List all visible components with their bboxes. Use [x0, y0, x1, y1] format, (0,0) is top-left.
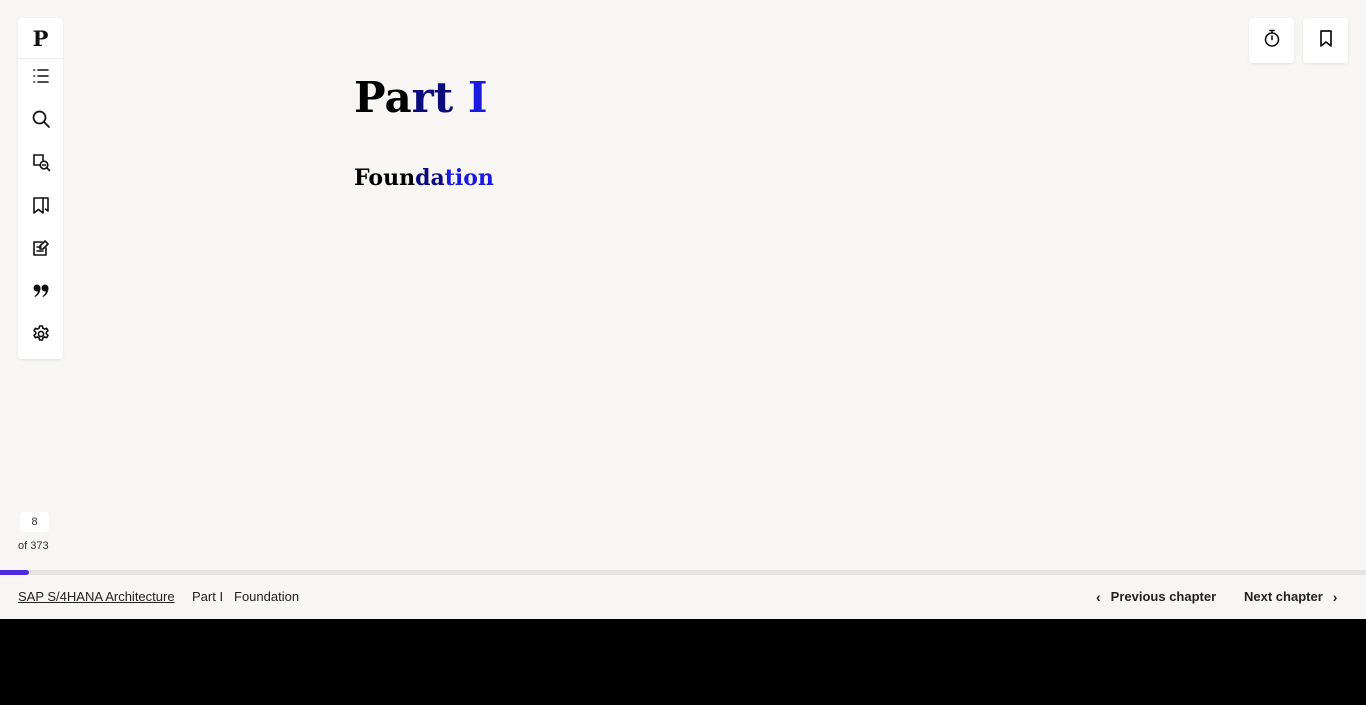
part-title: Part I	[354, 72, 487, 124]
current-page[interactable]: 8	[20, 512, 49, 532]
breadcrumb-book-link[interactable]: SAP S/4HANA Architecture	[18, 589, 175, 604]
timer-icon	[1262, 28, 1282, 53]
part-title-a: Pa	[354, 73, 412, 122]
search-icon	[31, 109, 51, 134]
list-icon	[31, 66, 51, 91]
notes-button[interactable]	[18, 232, 63, 268]
chapter-content: Part I Foundation	[354, 72, 494, 191]
notes-icon	[31, 238, 51, 263]
bookmarks-button[interactable]	[18, 189, 63, 225]
reading-progress-fill	[0, 570, 29, 575]
next-chapter-label: Next chapter	[1244, 589, 1323, 604]
timer-button[interactable]	[1249, 18, 1294, 63]
footer-bar: SAP S/4HANA Architecture Part I Foundati…	[0, 585, 1366, 609]
breadcrumb-part: Part I	[192, 589, 224, 604]
part-title-b: rt	[411, 73, 468, 122]
chevron-right-icon: ›	[1332, 588, 1338, 605]
left-toolbar: P	[18, 18, 63, 359]
part-subtitle-a: Foun	[354, 165, 416, 191]
next-chapter-button[interactable]: Next chapter ›	[1244, 589, 1337, 604]
bookmark-page-button[interactable]	[1303, 18, 1348, 63]
search-highlights-icon	[31, 152, 51, 177]
previous-chapter-button[interactable]: ‹ Previous chapter	[1096, 589, 1216, 604]
chevron-left-icon: ‹	[1096, 588, 1101, 605]
reader-app: P Part I Foundation 8 of 373 SAP S/4HANA…	[0, 0, 1366, 619]
quotes-button[interactable]	[18, 275, 63, 311]
bookmark-icon	[1316, 28, 1336, 53]
part-title-c: I	[467, 73, 488, 122]
quotes-icon	[31, 281, 51, 306]
settings-button[interactable]	[18, 318, 63, 354]
search-button[interactable]	[18, 103, 63, 139]
part-subtitle-c: tion	[444, 165, 494, 191]
reading-progress[interactable]	[0, 570, 1366, 575]
app-logo[interactable]: P	[18, 18, 63, 59]
gear-icon	[31, 324, 51, 349]
previous-chapter-label: Previous chapter	[1110, 589, 1217, 604]
bookmarks-icon	[31, 195, 51, 220]
page-total: of 373	[18, 540, 49, 552]
breadcrumb-chapter: Foundation	[234, 589, 300, 604]
part-subtitle-b: da	[415, 165, 445, 191]
search-highlights-button[interactable]	[18, 146, 63, 182]
part-subtitle: Foundation	[354, 164, 494, 192]
contents-button[interactable]	[18, 60, 63, 96]
